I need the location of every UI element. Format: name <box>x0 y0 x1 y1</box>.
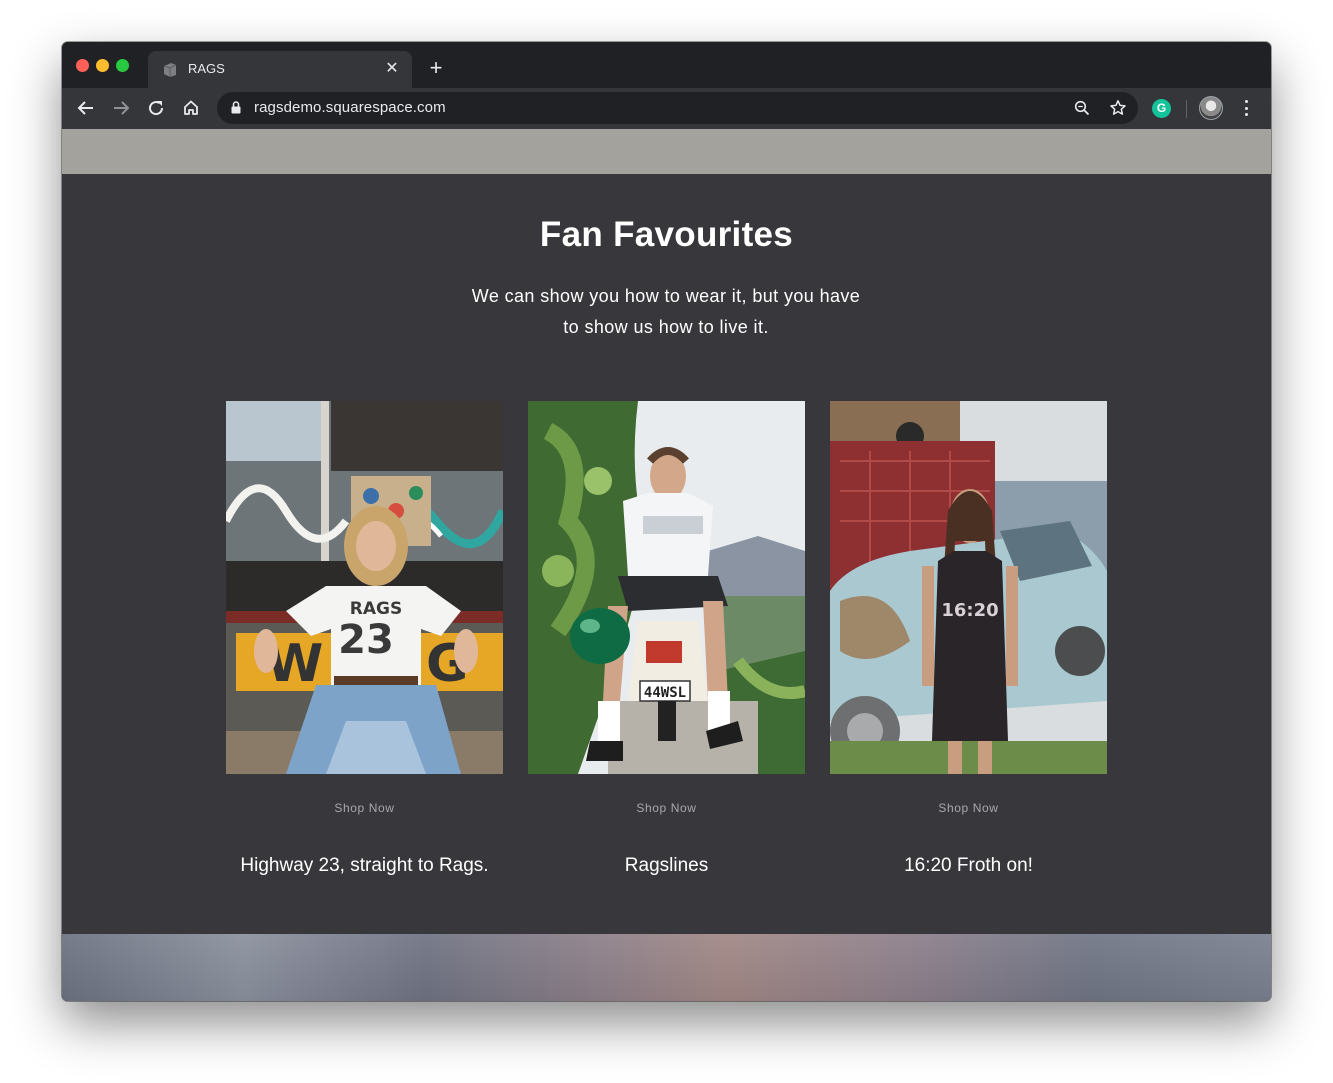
product-card-highway-23: W G RAGS 23 Shop Now Highway 23, straigh… <box>226 401 503 877</box>
product-image-1620-froth[interactable]: 16:20 <box>830 401 1107 774</box>
reload-button[interactable] <box>144 96 168 120</box>
maximize-window-button[interactable] <box>116 59 129 72</box>
shop-now-link[interactable]: Shop Now <box>528 801 805 815</box>
home-button[interactable] <box>179 96 203 120</box>
shop-now-link[interactable]: Shop Now <box>830 801 1107 815</box>
browser-menu-icon[interactable] <box>1238 98 1254 118</box>
browser-window: RAGS ✕ + ragsdemo.squarespace.com G Fan … <box>62 42 1271 1001</box>
close-window-button[interactable] <box>76 59 89 72</box>
footer-sky-banner <box>62 934 1271 1001</box>
lock-icon <box>231 101 241 114</box>
toolbar-separator <box>1186 100 1187 118</box>
subtitle-line-1: We can show you how to wear it, but you … <box>471 286 861 306</box>
product-caption[interactable]: Ragslines <box>528 855 805 877</box>
back-button[interactable] <box>74 96 98 120</box>
shirt-number-23: 23 <box>338 617 394 663</box>
product-caption[interactable]: Highway 23, straight to Rags. <box>226 855 503 877</box>
product-card-1620-froth: 16:20 Shop Now 16:20 Froth on! <box>830 401 1107 877</box>
browser-toolbar: ragsdemo.squarespace.com G <box>62 88 1271 129</box>
new-tab-button[interactable]: + <box>424 56 448 80</box>
grammarly-extension-icon[interactable]: G <box>1152 99 1171 118</box>
reload-icon <box>149 101 164 116</box>
header-band <box>62 129 1271 174</box>
url-text[interactable]: ragsdemo.squarespace.com <box>254 99 446 116</box>
tab-title: RAGS <box>188 61 225 76</box>
shirt-text-rags: RAGS <box>350 599 402 619</box>
address-bar[interactable]: ragsdemo.squarespace.com <box>217 92 1138 124</box>
profile-avatar[interactable] <box>1199 96 1223 120</box>
license-plate-text: 44WSL <box>644 685 686 701</box>
shirt-text-1620: 16:20 <box>941 600 998 621</box>
arrow-right-icon <box>114 101 130 115</box>
tab-strip: RAGS ✕ + <box>62 42 1271 88</box>
minimize-window-button[interactable] <box>96 59 109 72</box>
section-subtitle: We can show you how to wear it, but you … <box>416 281 916 343</box>
product-caption[interactable]: 16:20 Froth on! <box>830 855 1107 877</box>
favicon-icon <box>163 63 177 77</box>
tab-close-icon[interactable]: ✕ <box>382 59 402 79</box>
zoom-search-icon[interactable] <box>1072 98 1092 118</box>
product-image-ragslines[interactable]: 44WSL <box>528 401 805 774</box>
product-card-ragslines: 44WSL Shop Now Ragslines <box>528 401 805 877</box>
arrow-left-icon <box>77 101 93 115</box>
page-viewport: Fan Favourites We can show you how to we… <box>62 129 1271 1001</box>
bookmark-star-icon[interactable] <box>1108 98 1128 118</box>
home-icon <box>184 100 198 115</box>
product-image-highway-23[interactable]: W G RAGS 23 <box>226 401 503 774</box>
forward-button[interactable] <box>109 96 133 120</box>
section-title: Fan Favourites <box>539 215 794 254</box>
shop-now-link[interactable]: Shop Now <box>226 801 503 815</box>
subtitle-line-2: to show us how to live it. <box>563 317 769 337</box>
browser-tab[interactable]: RAGS ✕ <box>148 51 412 88</box>
